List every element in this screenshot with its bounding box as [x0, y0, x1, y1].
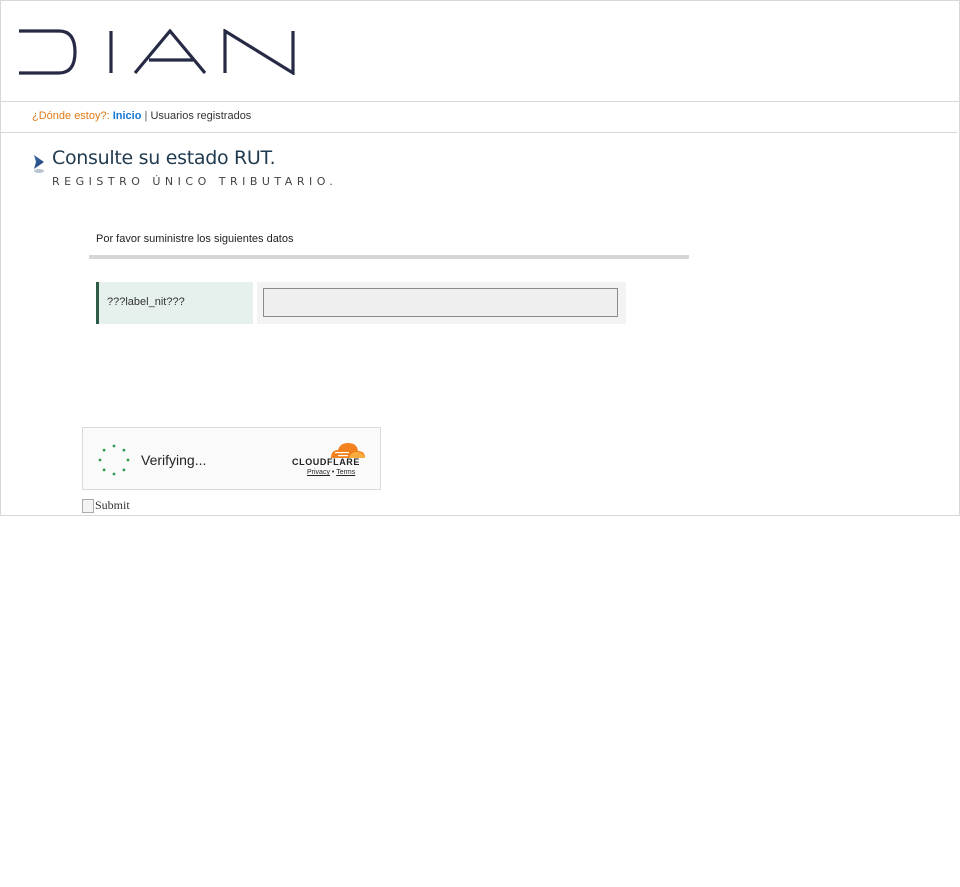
- page-title: Consulte su estado RUT.: [52, 147, 276, 169]
- page-subtitle: REGISTRO ÚNICO TRIBUTARIO.: [52, 175, 338, 188]
- terms-link[interactable]: Terms: [336, 469, 355, 476]
- broken-image-icon: [82, 498, 94, 513]
- cloudflare-brand: CLOUDFLARE: [292, 457, 360, 467]
- loading-spinner-icon: [98, 444, 130, 481]
- nit-label: ???label_nit???: [107, 296, 185, 308]
- breadcrumb: ¿Dónde estoy?: Inicio | Usuarios registr…: [1, 102, 957, 133]
- section-divider: [89, 255, 689, 259]
- submit-button[interactable]: Submit: [82, 498, 130, 513]
- header: [1, 1, 959, 102]
- breadcrumb-prefix: ¿Dónde estoy?:: [32, 110, 110, 122]
- breadcrumb-current: Usuarios registrados: [150, 110, 252, 122]
- nit-input-cell: [257, 282, 626, 324]
- captcha-status: Verifying...: [141, 452, 207, 468]
- breadcrumb-separator: |: [144, 110, 148, 122]
- dian-logo: [17, 28, 297, 80]
- cloudflare-turnstile-widget[interactable]: Verifying... CLOUDFLARE Privacy • Terms: [82, 427, 381, 490]
- link-separator: •: [331, 469, 335, 476]
- privacy-link[interactable]: Privacy: [307, 469, 330, 476]
- form-instructions: Por favor suministre los siguientes dato…: [96, 233, 294, 245]
- arrow-right-icon: [32, 153, 48, 180]
- nit-label-cell: ???label_nit???: [96, 282, 253, 324]
- submit-alt-text: Submit: [95, 498, 130, 512]
- breadcrumb-home-link[interactable]: Inicio: [113, 110, 142, 122]
- nit-input[interactable]: [263, 288, 618, 317]
- cloudflare-links: Privacy • Terms: [307, 469, 355, 476]
